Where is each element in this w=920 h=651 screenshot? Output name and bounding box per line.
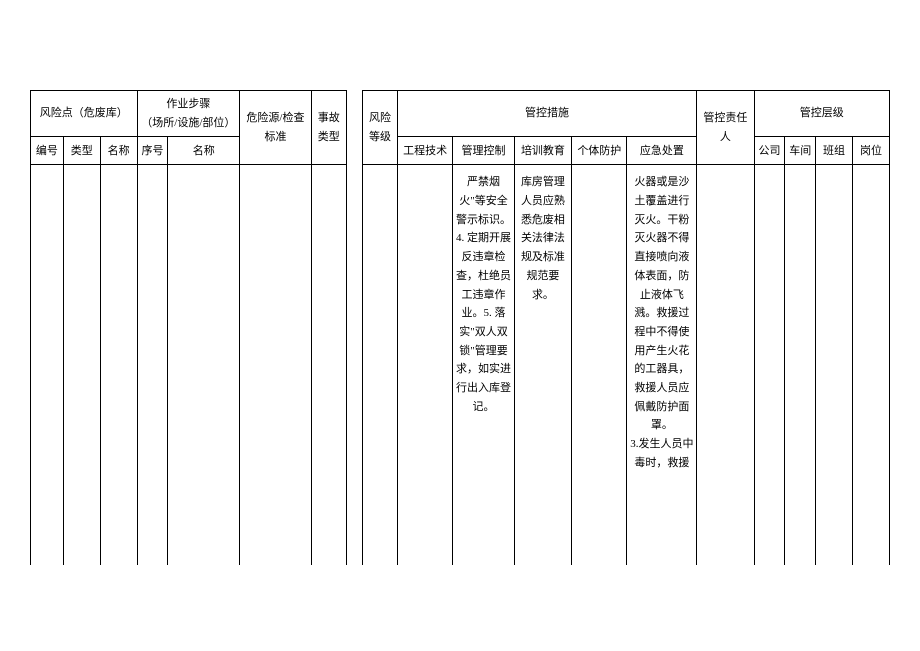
hdr-step-name: 名称	[168, 137, 240, 165]
cell-company	[754, 165, 785, 565]
header-row-2: 编号 类型 名称 序号 名称 工程技术 管理控制 培训教育 个体防护 应急处置 …	[31, 137, 890, 165]
hdr-hazard-source: 危险源/检查标准	[240, 91, 312, 165]
document-table-wrap: 风险点（危废库） 作业步骤 （场所/设施/部位） 危险源/检查标准 事故类型 风…	[30, 90, 890, 565]
hdr-operation-steps: 作业步骤 （场所/设施/部位）	[137, 91, 240, 137]
cell-seq	[137, 165, 168, 565]
hdr-seq: 序号	[137, 137, 168, 165]
hdr-type: 类型	[63, 137, 100, 165]
gap-col	[346, 91, 362, 165]
hdr-management: 管理控制	[453, 137, 515, 165]
cell-training: 库房管理人员应熟悉危废相关法律法规及标准规范要求。	[514, 165, 571, 565]
hdr-engineering: 工程技术	[397, 137, 452, 165]
hdr-number: 编号	[31, 137, 64, 165]
cell-ppe	[572, 165, 627, 565]
hdr-name: 名称	[100, 137, 137, 165]
hdr-risk-level: 风险等级	[363, 91, 398, 165]
cell-accident	[311, 165, 346, 565]
cell-workshop	[785, 165, 816, 565]
hdr-emergency: 应急处置	[627, 137, 697, 165]
cell-engineering	[397, 165, 452, 565]
hdr-responsible: 管控责任人	[697, 91, 754, 165]
cell-team	[816, 165, 853, 565]
risk-table: 风险点（危废库） 作业步骤 （场所/设施/部位） 危险源/检查标准 事故类型 风…	[30, 90, 890, 565]
gap-cell	[346, 165, 362, 565]
hdr-training: 培训教育	[514, 137, 571, 165]
cell-emergency: 火器或是沙土覆盖进行灭火。干粉灭火器不得直接喷向液体表面，防止液体飞溅。救援过程…	[627, 165, 697, 565]
cell-name	[100, 165, 137, 565]
cell-post	[852, 165, 889, 565]
hdr-team: 班组	[816, 137, 853, 165]
hdr-company: 公司	[754, 137, 785, 165]
data-row: 严禁烟火"等安全警示标识。4. 定期开展反违章检查，杜绝员工违章作业。5. 落实…	[31, 165, 890, 565]
cell-risk-level	[363, 165, 398, 565]
cell-step-name	[168, 165, 240, 565]
header-row-1: 风险点（危废库） 作业步骤 （场所/设施/部位） 危险源/检查标准 事故类型 风…	[31, 91, 890, 137]
cell-responsible	[697, 165, 754, 565]
cell-management: 严禁烟火"等安全警示标识。4. 定期开展反违章检查，杜绝员工违章作业。5. 落实…	[453, 165, 515, 565]
hdr-control-level: 管控层级	[754, 91, 889, 137]
cell-number	[31, 165, 64, 565]
hdr-control-measures: 管控措施	[397, 91, 696, 137]
hdr-post: 岗位	[852, 137, 889, 165]
cell-hazard	[240, 165, 312, 565]
hdr-ppe: 个体防护	[572, 137, 627, 165]
hdr-workshop: 车间	[785, 137, 816, 165]
hdr-accident-type: 事故类型	[311, 91, 346, 165]
hdr-risk-point: 风险点（危废库）	[31, 91, 138, 137]
cell-type	[63, 165, 100, 565]
